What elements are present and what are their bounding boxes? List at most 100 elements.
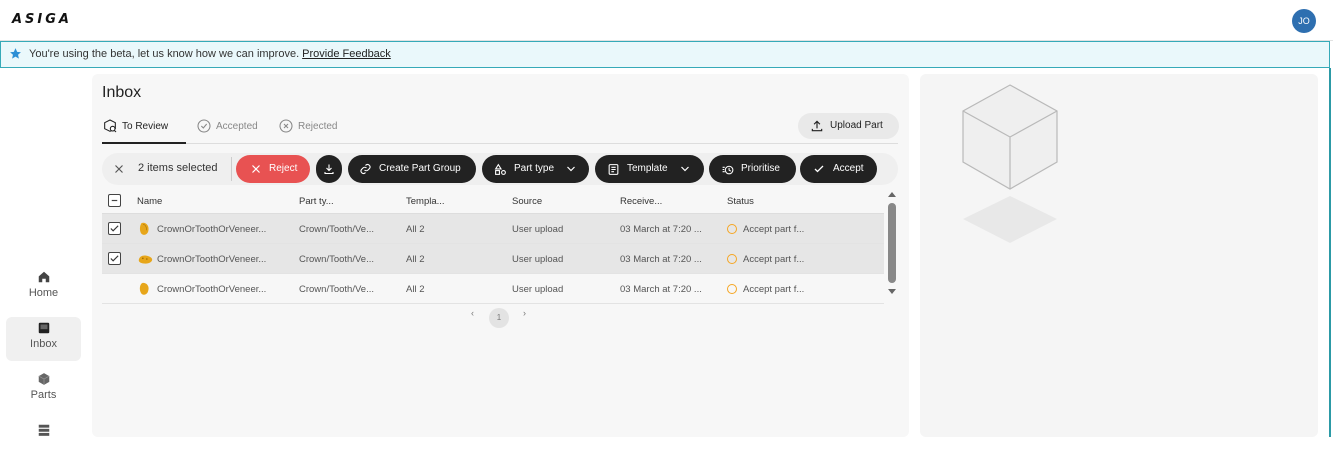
cell-received: 03 March at 7:20 ...: [620, 224, 702, 235]
banner-text: You're using the beta, let us know how w…: [29, 48, 300, 60]
part-preview-panel: [920, 74, 1318, 437]
table-scrollbar[interactable]: [886, 189, 898, 297]
sidebar-item-label: Inbox: [30, 338, 57, 350]
cell-status: Accept part f...: [743, 224, 805, 235]
package-search-icon: [104, 119, 117, 133]
x-circle-icon: [279, 119, 293, 133]
top-bar: ASIGA JO: [0, 0, 1333, 41]
document-icon: [608, 164, 619, 175]
upload-icon: [811, 120, 823, 132]
download-button[interactable]: [316, 155, 342, 183]
header-name[interactable]: Name: [137, 196, 162, 207]
part-type-label: Part type: [514, 163, 555, 174]
selected-count: 2 items selected: [138, 162, 218, 174]
cell-source: User upload: [512, 284, 564, 295]
cell-status: Accept part f...: [743, 284, 805, 295]
check-icon: [814, 165, 824, 173]
link-icon: [360, 163, 371, 175]
page-1-button[interactable]: 1: [489, 308, 509, 328]
reject-button[interactable]: Reject: [236, 155, 310, 183]
divider: [231, 157, 232, 181]
provide-feedback-link[interactable]: Provide Feedback: [302, 48, 391, 60]
next-page-icon[interactable]: ›: [523, 308, 526, 318]
inbox-icon: [38, 322, 49, 334]
tab-divider: [102, 143, 898, 144]
asiga-logo[interactable]: ASIGA: [12, 12, 72, 27]
crown-part-icon: [139, 222, 149, 235]
header-part-type[interactable]: Part ty...: [299, 196, 334, 207]
reject-label: Reject: [269, 163, 298, 174]
pending-status-icon: [727, 224, 737, 234]
header-received[interactable]: Receive...: [620, 196, 662, 207]
prioritise-label: Prioritise: [741, 163, 780, 174]
pending-status-icon: [727, 254, 737, 264]
prev-page-icon[interactable]: ‹: [471, 308, 474, 318]
active-tab-indicator: [102, 142, 186, 144]
crown-part-icon: [139, 282, 149, 295]
cell-template: All 2: [406, 224, 425, 235]
cell-part-type: Crown/Tooth/Ve...: [299, 224, 374, 235]
chevron-down-icon: [567, 166, 575, 172]
sidebar-item-inbox[interactable]: Inbox: [6, 317, 81, 361]
placeholder-cube-icon: [962, 84, 1058, 243]
cell-source: User upload: [512, 224, 564, 235]
create-group-label: Create Part Group: [379, 163, 461, 174]
header-source[interactable]: Source: [512, 196, 542, 207]
chevron-down-icon: [681, 166, 689, 172]
cell-name: CrownOrToothOrVeneer...: [157, 284, 267, 295]
clear-selection-icon[interactable]: [112, 162, 126, 176]
check-icon: [110, 225, 119, 232]
cell-template: All 2: [406, 284, 425, 295]
sidebar-item-label: Home: [28, 287, 59, 299]
sidebar-item-more[interactable]: [6, 419, 81, 463]
cube-icon: [38, 373, 49, 385]
shapes-icon: [494, 163, 506, 175]
sidebar-item-label: Parts: [30, 389, 57, 401]
create-part-group-button[interactable]: Create Part Group: [348, 155, 476, 183]
sidebar: Home Inbox Parts: [0, 68, 88, 437]
cell-received: 03 March at 7:20 ...: [620, 284, 702, 295]
home-icon: [38, 271, 49, 283]
accept-button[interactable]: Accept: [800, 155, 877, 183]
server-icon: [38, 424, 49, 436]
check-circle-icon: [197, 119, 211, 133]
page-title: Inbox: [102, 84, 142, 101]
template-label: Template: [627, 163, 668, 174]
molar-part-icon: [138, 255, 153, 264]
inbox-panel: Inbox To Review Accepted Rejected Upload…: [92, 74, 909, 437]
table-row[interactable]: CrownOrToothOrVeneer... Crown/Tooth/Ve..…: [102, 244, 884, 274]
beta-banner: You're using the beta, let us know how w…: [0, 41, 1330, 68]
clock-priority-icon: [722, 165, 734, 175]
upload-part-button[interactable]: Upload Part: [798, 113, 899, 139]
template-dropdown[interactable]: Template: [595, 155, 704, 183]
cell-part-type: Crown/Tooth/Ve...: [299, 254, 374, 265]
table-row[interactable]: CrownOrToothOrVeneer... Crown/Tooth/Ve..…: [102, 274, 884, 304]
table-row[interactable]: CrownOrToothOrVeneer... Crown/Tooth/Ve..…: [102, 214, 884, 244]
cell-template: All 2: [406, 254, 425, 265]
row-checkbox[interactable]: [108, 222, 121, 235]
cell-source: User upload: [512, 254, 564, 265]
tab-label: Rejected: [298, 121, 338, 132]
cell-received: 03 March at 7:20 ...: [620, 254, 702, 265]
download-icon: [324, 164, 334, 175]
pending-status-icon: [727, 284, 737, 294]
cell-name: CrownOrToothOrVeneer...: [157, 254, 267, 265]
user-avatar[interactable]: JO: [1292, 9, 1316, 33]
select-all-checkbox[interactable]: [108, 194, 121, 207]
window-edge: [1329, 68, 1331, 437]
table-header: Name Part ty... Templa... Source Receive…: [102, 189, 884, 214]
prioritise-button[interactable]: Prioritise: [709, 155, 796, 183]
star-icon: [10, 48, 21, 59]
tab-label: To Review: [122, 121, 169, 132]
header-template[interactable]: Templa...: [406, 196, 445, 207]
close-icon: [252, 165, 260, 173]
sidebar-item-home[interactable]: Home: [6, 266, 81, 310]
tab-label: Accepted: [216, 121, 258, 132]
header-status[interactable]: Status: [727, 196, 754, 207]
row-checkbox[interactable]: [108, 252, 121, 265]
cell-part-type: Crown/Tooth/Ve...: [299, 284, 374, 295]
sidebar-item-parts[interactable]: Parts: [6, 368, 81, 412]
cell-name: CrownOrToothOrVeneer...: [157, 224, 267, 235]
part-type-dropdown[interactable]: Part type: [482, 155, 589, 183]
cell-status: Accept part f...: [743, 254, 805, 265]
